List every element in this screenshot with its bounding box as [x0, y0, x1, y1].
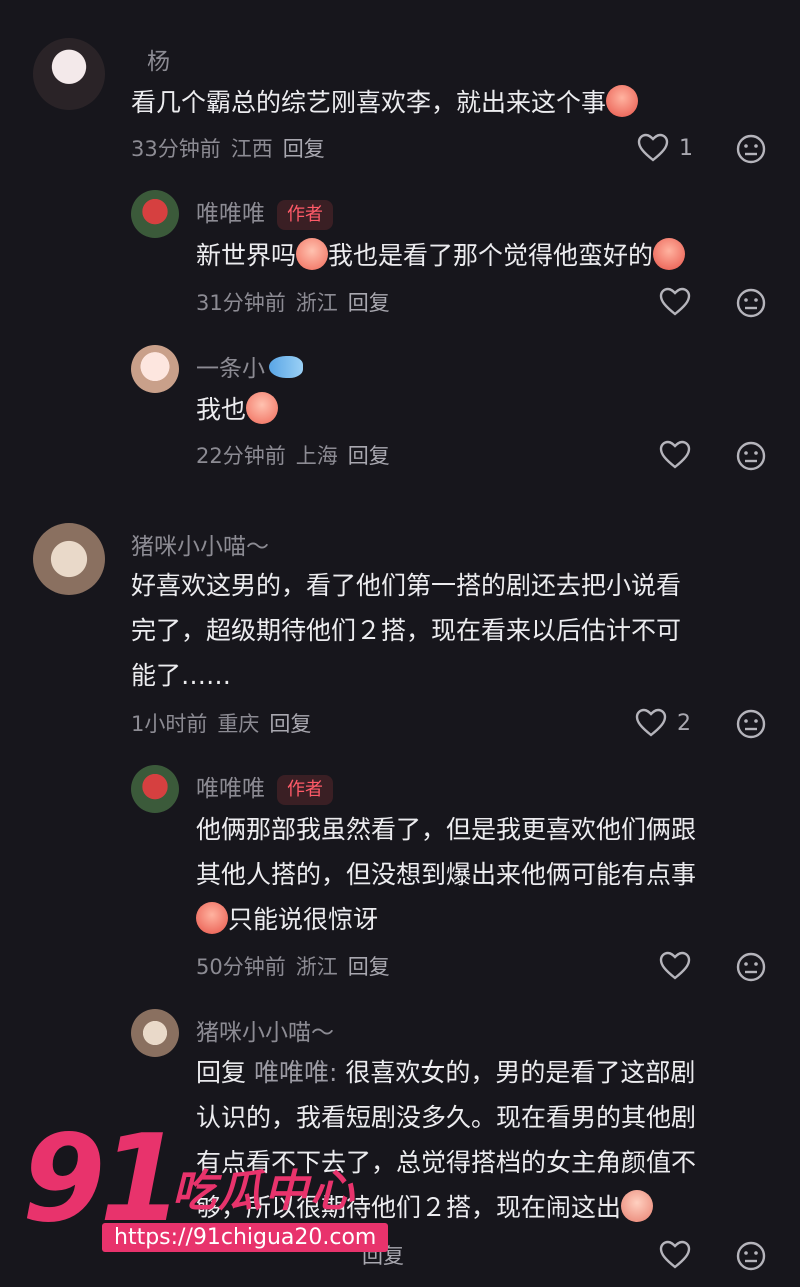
dislike-icon[interactable] [735, 951, 767, 983]
mention-link[interactable]: 唯唯唯: [254, 1058, 337, 1087]
reply-text: 他俩那部我虽然看了，但是我更喜欢他们俩跟 其他人搭的，但没想到爆出来他俩可能有点… [196, 815, 697, 934]
dislike-icon[interactable] [735, 440, 767, 472]
comment-text: 好喜欢这男的，看了他们第一搭的剧还去把小说看 完了，超级期待他们２搭，现在看来以… [131, 571, 682, 690]
reply-button[interactable]: 回复 [269, 712, 311, 736]
reply-meta: 31分钟前 浙江 回复 [196, 291, 390, 315]
author-badge: 作者 [277, 774, 333, 805]
comment-username[interactable]: 猪咪小小喵～ [131, 527, 269, 561]
reply-username[interactable]: 唯唯唯 作者 [196, 769, 333, 805]
crying-emoji-icon [296, 238, 329, 270]
like-count: 2 [677, 710, 691, 736]
heart-icon [659, 287, 691, 316]
dislike-icon[interactable] [735, 708, 767, 740]
reply-button[interactable]: 回复 [283, 137, 325, 161]
comment-meta: 1小时前 重庆 回复 [131, 712, 312, 736]
avatar[interactable] [131, 190, 179, 238]
reply-button[interactable]: 回复 [348, 444, 390, 468]
reply-prefix: 回复 [196, 1058, 247, 1087]
reply-text: 我也 [196, 387, 279, 432]
like-button[interactable] [659, 951, 691, 981]
watermark-logo: 91 吃瓜中心 https://91chigua20.com [22, 1115, 442, 1275]
like-button[interactable] [659, 287, 691, 317]
heart-icon [659, 440, 691, 469]
dislike-icon[interactable] [735, 287, 767, 319]
crying-emoji-icon [653, 238, 686, 270]
reply-username[interactable]: 一条小 [196, 349, 303, 383]
comment-text: 看几个霸总的综艺刚喜欢李，就出来这个事 [131, 80, 639, 125]
avatar[interactable] [33, 38, 105, 110]
reply-meta: 50分钟前 浙江 回复 [196, 955, 390, 979]
heart-icon [637, 133, 669, 162]
crying-emoji-icon [196, 902, 228, 934]
reply-button[interactable]: 回复 [348, 955, 390, 979]
crying-emoji-icon [246, 392, 279, 424]
like-button[interactable] [659, 1240, 691, 1270]
watermark-title: 吃瓜中心 [172, 1166, 356, 1217]
avatar[interactable] [33, 523, 105, 595]
comment-username[interactable]: 杨 [147, 42, 170, 76]
sad-emoji-icon [621, 1190, 654, 1222]
like-button[interactable] [659, 440, 691, 470]
dislike-icon[interactable] [735, 133, 767, 165]
avatar[interactable] [131, 765, 179, 813]
watermark-url: https://91chigua20.com [102, 1223, 389, 1252]
reply-username[interactable]: 唯唯唯 作者 [196, 194, 333, 230]
reply-meta: 22分钟前 上海 回复 [196, 444, 390, 468]
like-count: 1 [679, 135, 693, 161]
heart-icon [635, 708, 667, 737]
like-button[interactable]: 2 [635, 708, 691, 738]
fish-emoji-icon [269, 356, 303, 378]
like-button[interactable]: 1 [637, 133, 693, 163]
heart-icon [659, 1240, 691, 1269]
reply-username[interactable]: 猪咪小小喵～ [196, 1013, 334, 1047]
comment-meta: 33分钟前 江西 回复 [131, 137, 325, 161]
reply-text: 新世界吗 我也是看了那个觉得他蛮好的 [196, 233, 686, 278]
dislike-icon[interactable] [735, 1240, 767, 1272]
author-badge: 作者 [277, 199, 333, 230]
crying-emoji-icon [606, 85, 639, 117]
reply-button[interactable]: 回复 [348, 291, 390, 315]
heart-icon [659, 951, 691, 980]
avatar[interactable] [131, 1009, 179, 1057]
avatar[interactable] [131, 345, 179, 393]
